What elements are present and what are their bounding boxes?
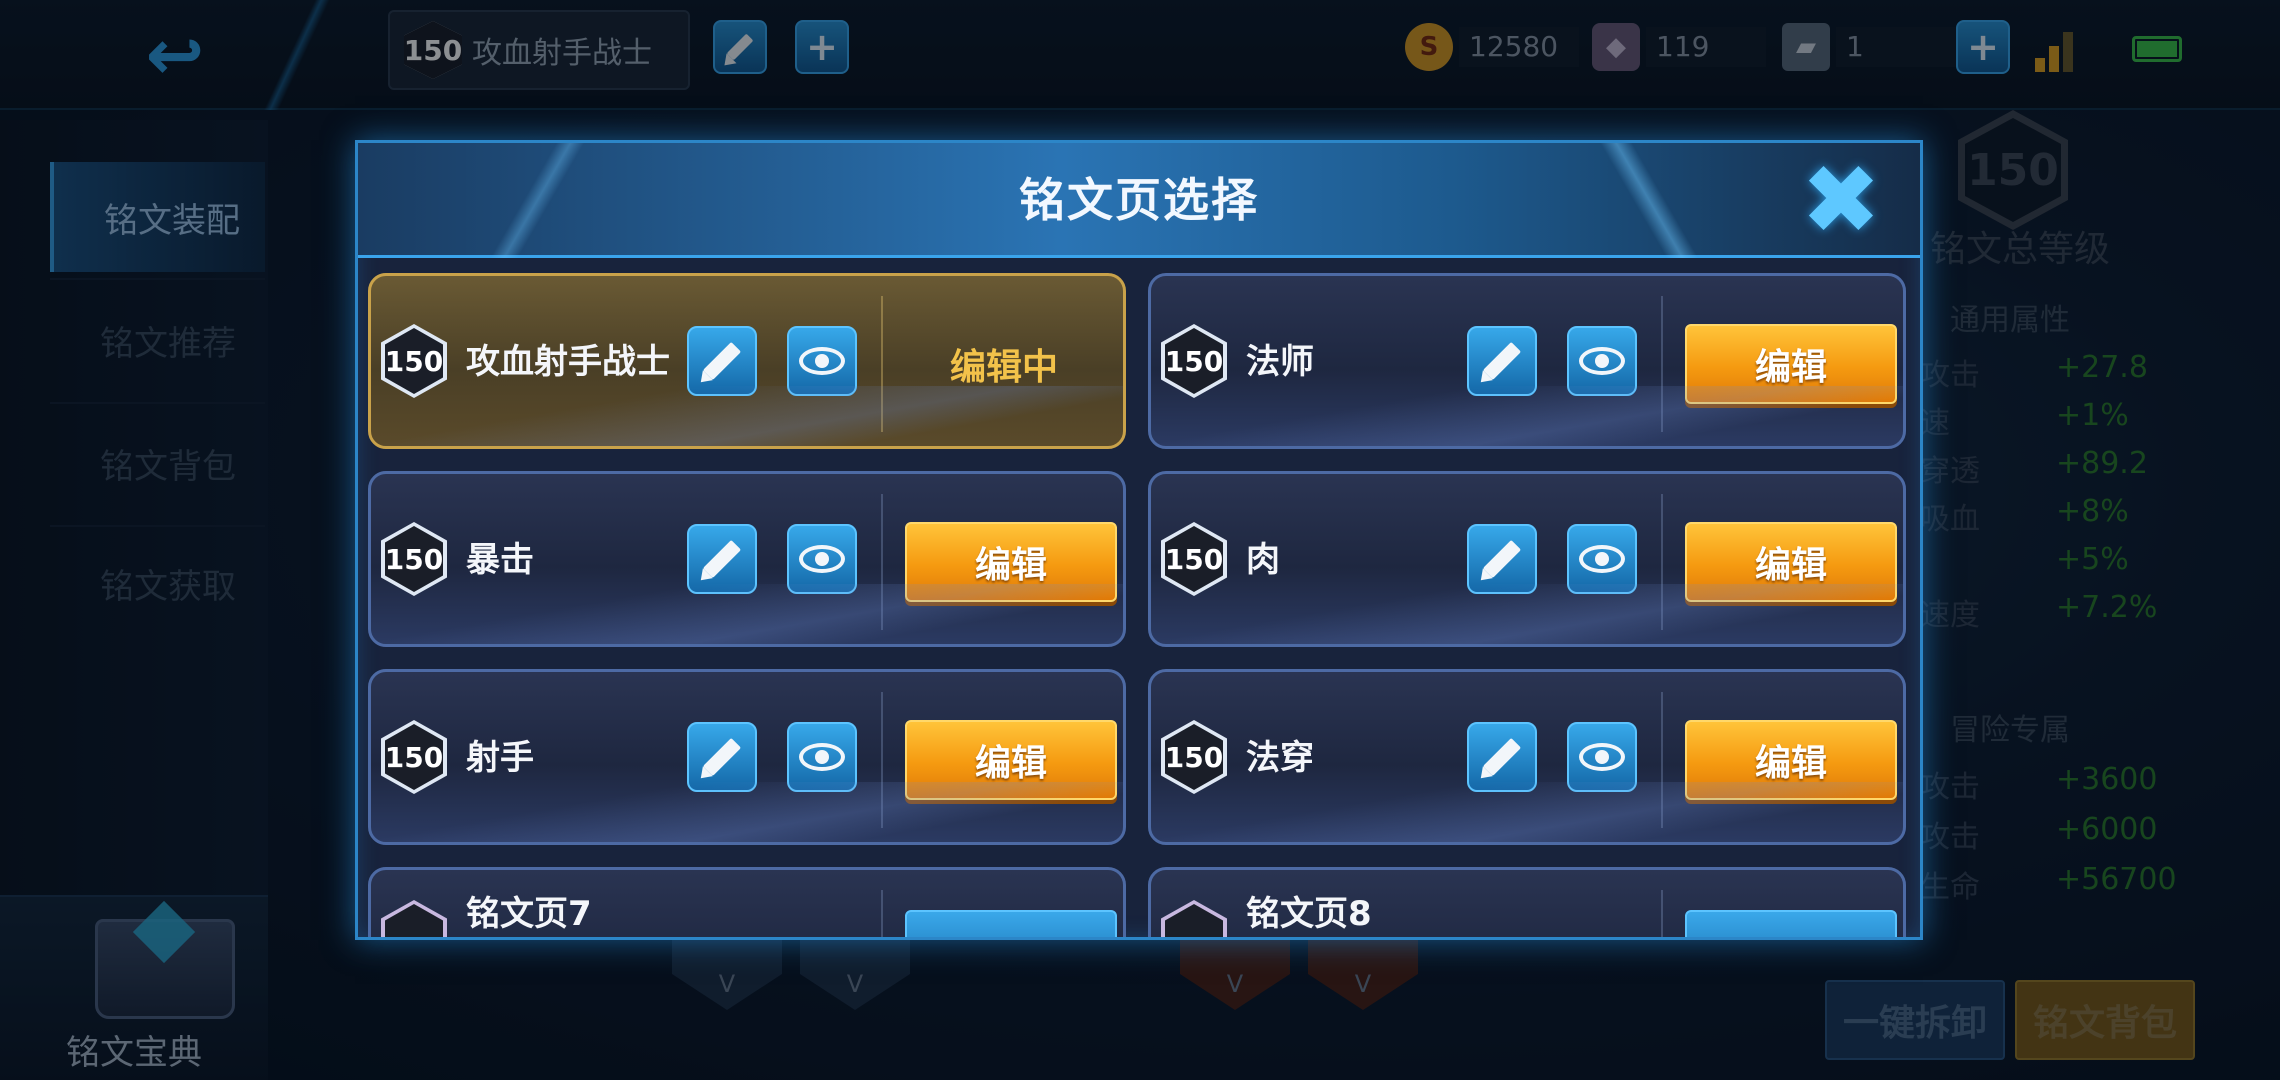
- edit-button[interactable]: 编辑: [1685, 720, 1897, 800]
- rune-page-list: 150 攻血射手战士 编辑中 150 法师 编辑 150 暴击 编辑 150 肉…: [368, 273, 1916, 937]
- eye-icon: [1579, 743, 1625, 771]
- pencil-icon: [1482, 737, 1522, 777]
- pencil-icon: [702, 539, 742, 579]
- rename-button[interactable]: [1467, 524, 1537, 594]
- level-badge-icon: 150: [1161, 522, 1227, 596]
- eye-icon: [1579, 545, 1625, 573]
- page-name: 铭文页7: [466, 894, 592, 934]
- rune-page-card-4[interactable]: 150 肉 编辑: [1148, 471, 1906, 647]
- rune-page-card-6[interactable]: 150 法穿 编辑: [1148, 669, 1906, 845]
- preview-button[interactable]: [787, 326, 857, 396]
- pencil-icon: [1482, 341, 1522, 381]
- page-name: 暴击: [466, 540, 534, 580]
- preview-button[interactable]: [787, 524, 857, 594]
- edit-button[interactable]: 编辑: [905, 720, 1117, 800]
- preview-button[interactable]: [1567, 524, 1637, 594]
- pencil-icon: [1482, 539, 1522, 579]
- divider: [1661, 296, 1663, 432]
- divider: [1661, 692, 1663, 828]
- rename-button[interactable]: [1467, 326, 1537, 396]
- rename-button[interactable]: [687, 524, 757, 594]
- pencil-icon: [702, 737, 742, 777]
- rune-page-select-dialog: 铭文页选择 ✖ 150 攻血射手战士 编辑中 150 法师 编辑 150 暴击: [355, 140, 1923, 940]
- page-name: 射手: [466, 738, 534, 778]
- preview-button[interactable]: [1567, 722, 1637, 792]
- divider: [1661, 890, 1663, 937]
- divider: [881, 890, 883, 937]
- rune-page-card-7[interactable]: 铭文页7: [368, 867, 1126, 937]
- level-badge-icon: 150: [381, 522, 447, 596]
- eye-icon: [799, 545, 845, 573]
- preview-button[interactable]: [1567, 326, 1637, 396]
- rename-button[interactable]: [687, 326, 757, 396]
- rename-button[interactable]: [687, 722, 757, 792]
- page-name: 肉: [1246, 540, 1280, 580]
- close-icon: ✖: [1800, 144, 1882, 256]
- page-name: 攻血射手战士: [466, 342, 670, 382]
- rune-page-card-5[interactable]: 150 射手 编辑: [368, 669, 1126, 845]
- rune-page-card-8[interactable]: 铭文页8: [1148, 867, 1906, 937]
- rename-button[interactable]: [1467, 722, 1537, 792]
- editing-status: 编辑中: [949, 347, 1058, 388]
- close-button[interactable]: ✖: [1796, 144, 1886, 256]
- rune-page-card-3[interactable]: 150 暴击 编辑: [368, 471, 1126, 647]
- dialog-title: 铭文页选择: [1019, 173, 1259, 227]
- create-button[interactable]: [1685, 910, 1897, 937]
- level-badge-icon: 150: [381, 720, 447, 794]
- page-name: 法师: [1246, 342, 1314, 382]
- eye-icon: [1579, 347, 1625, 375]
- eye-icon: [799, 743, 845, 771]
- page-name: 铭文页8: [1246, 894, 1372, 934]
- divider: [881, 692, 883, 828]
- level-badge-icon: [381, 900, 447, 937]
- rune-page-card-2[interactable]: 150 法师 编辑: [1148, 273, 1906, 449]
- edit-button[interactable]: 编辑: [905, 522, 1117, 602]
- level-badge-icon: [1161, 900, 1227, 937]
- page-name: 法穿: [1246, 738, 1314, 778]
- rune-page-card-1[interactable]: 150 攻血射手战士 编辑中: [368, 273, 1126, 449]
- preview-button[interactable]: [787, 722, 857, 792]
- pencil-icon: [702, 341, 742, 381]
- divider: [881, 494, 883, 630]
- level-badge-icon: 150: [381, 324, 447, 398]
- edit-button[interactable]: 编辑: [1685, 522, 1897, 602]
- divider: [1661, 494, 1663, 630]
- divider: [881, 296, 883, 432]
- edit-button[interactable]: 编辑: [1685, 324, 1897, 404]
- create-button[interactable]: [905, 910, 1117, 937]
- level-badge-icon: 150: [1161, 720, 1227, 794]
- eye-icon: [799, 347, 845, 375]
- level-badge-icon: 150: [1161, 324, 1227, 398]
